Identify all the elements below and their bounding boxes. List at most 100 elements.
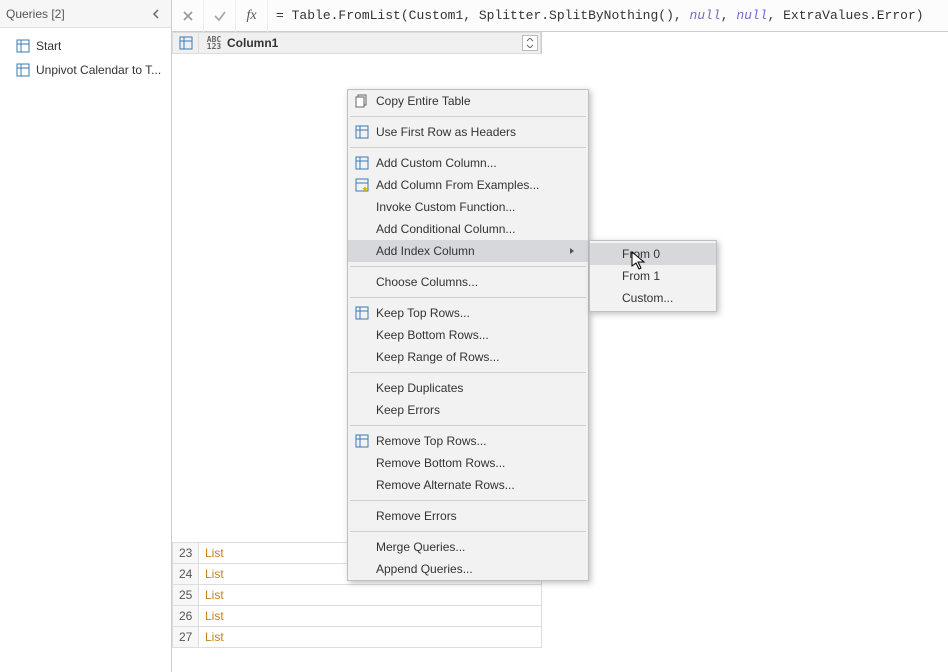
submenu-item-label: From 1: [622, 269, 660, 283]
row-number: 25: [173, 585, 199, 606]
menu-item-choose-columns[interactable]: Choose Columns...: [348, 271, 588, 293]
menu-item-label: Keep Duplicates: [376, 381, 580, 395]
menu-item-remove-errors[interactable]: Remove Errors: [348, 505, 588, 527]
menu-item-label: Remove Alternate Rows...: [376, 478, 580, 492]
column-name: Column1: [227, 36, 278, 50]
blank-icon: [348, 196, 376, 218]
menu-item-keep-top-rows[interactable]: Keep Top Rows...: [348, 302, 588, 324]
table-corner-button[interactable]: [173, 33, 199, 54]
any-type-icon: ABC 123: [205, 36, 223, 50]
blank-icon: [348, 505, 376, 527]
cancel-formula-button[interactable]: [172, 0, 204, 32]
commit-formula-button[interactable]: [204, 0, 236, 32]
menu-item-keep-errors[interactable]: Keep Errors: [348, 399, 588, 421]
expand-column-icon[interactable]: [522, 35, 538, 51]
menu-item-merge-queries[interactable]: Merge Queries...: [348, 536, 588, 558]
menu-item-add-column-from-examples[interactable]: Add Column From Examples...: [348, 174, 588, 196]
blank-icon: [348, 399, 376, 421]
menu-item-label: Choose Columns...: [376, 275, 580, 289]
menu-separator: [350, 147, 586, 148]
row-number: 26: [173, 606, 199, 627]
table-row[interactable]: 25List: [173, 585, 542, 606]
submenu-item-from-0[interactable]: From 0: [590, 243, 716, 265]
menu-item-label: Add Column From Examples...: [376, 178, 580, 192]
submenu-item-custom[interactable]: Custom...: [590, 287, 716, 309]
table-row[interactable]: 26List: [173, 606, 542, 627]
table-icon: [16, 63, 30, 77]
formula-part: null: [736, 8, 767, 23]
menu-item-label: Keep Bottom Rows...: [376, 328, 580, 342]
copy-icon: [348, 90, 376, 112]
collapse-panel-icon[interactable]: [147, 5, 165, 23]
cell-value[interactable]: List: [199, 606, 542, 627]
query-item-label: Unpivot Calendar to T...: [36, 63, 161, 77]
menu-item-label: Remove Bottom Rows...: [376, 456, 580, 470]
chevron-right-icon: [568, 244, 580, 258]
blank-icon: [348, 346, 376, 368]
blank-icon: [348, 324, 376, 346]
formula-part: null: [689, 8, 720, 23]
queries-panel: Queries [2] Start Unpivot Calendar to T.…: [0, 0, 172, 672]
column-header-column1[interactable]: ABC 123 Column1: [199, 33, 541, 54]
formula-text[interactable]: = Table.FromList(Custom1, Splitter.Split…: [268, 8, 948, 23]
menu-item-copy-entire-table[interactable]: Copy Entire Table: [348, 90, 588, 112]
menu-item-label: Keep Top Rows...: [376, 306, 580, 320]
menu-item-label: Merge Queries...: [376, 540, 580, 554]
blank-icon: [348, 536, 376, 558]
row-number: 23: [173, 543, 199, 564]
blank-icon: [348, 271, 376, 293]
cell-value[interactable]: List: [199, 585, 542, 606]
menu-item-add-index-column[interactable]: Add Index Column: [348, 240, 588, 262]
fx-icon[interactable]: fx: [236, 0, 268, 32]
cell-value[interactable]: List: [199, 627, 542, 648]
query-item-start[interactable]: Start: [0, 34, 171, 58]
menu-item-label: Add Custom Column...: [376, 156, 580, 170]
query-item-label: Start: [36, 39, 61, 53]
menu-separator: [350, 531, 586, 532]
menu-item-label: Append Queries...: [376, 562, 580, 576]
menu-item-append-queries[interactable]: Append Queries...: [348, 558, 588, 580]
menu-item-label: Invoke Custom Function...: [376, 200, 580, 214]
submenu-item-from-1[interactable]: From 1: [590, 265, 716, 287]
menu-separator: [350, 266, 586, 267]
table-context-menu: Copy Entire Table Use First Row as Header…: [347, 89, 589, 581]
blank-icon: [348, 474, 376, 496]
table-star-icon: [348, 174, 376, 196]
right-pane: fx = Table.FromList(Custom1, Splitter.Sp…: [172, 0, 948, 672]
menu-separator: [350, 297, 586, 298]
query-item-unpivot[interactable]: Unpivot Calendar to T...: [0, 58, 171, 82]
row-number: 27: [173, 627, 199, 648]
table-icon: [348, 430, 376, 452]
table-row[interactable]: 27List: [173, 627, 542, 648]
menu-item-remove-top-rows[interactable]: Remove Top Rows...: [348, 430, 588, 452]
blank-icon: [348, 558, 376, 580]
blank-icon: [348, 218, 376, 240]
menu-item-invoke-custom-function[interactable]: Invoke Custom Function...: [348, 196, 588, 218]
blank-icon: [348, 377, 376, 399]
menu-item-use-first-row-as-headers[interactable]: Use First Row as Headers: [348, 121, 588, 143]
add-index-column-submenu: From 0 From 1 Custom...: [589, 240, 717, 312]
formula-part: , ExtraValues.Error): [768, 8, 924, 23]
menu-item-label: Add Index Column: [376, 244, 568, 258]
menu-item-label: Remove Top Rows...: [376, 434, 580, 448]
menu-item-keep-range-of-rows[interactable]: Keep Range of Rows...: [348, 346, 588, 368]
menu-item-remove-bottom-rows[interactable]: Remove Bottom Rows...: [348, 452, 588, 474]
menu-item-label: Remove Errors: [376, 509, 580, 523]
menu-item-add-custom-column[interactable]: Add Custom Column...: [348, 152, 588, 174]
row-number: 24: [173, 564, 199, 585]
queries-panel-header: Queries [2]: [0, 0, 171, 28]
table-icon: [348, 121, 376, 143]
formula-part: =: [276, 8, 292, 23]
formula-part: Table: [292, 8, 331, 23]
queries-list: Start Unpivot Calendar to T...: [0, 28, 171, 672]
menu-item-remove-alternate-rows[interactable]: Remove Alternate Rows...: [348, 474, 588, 496]
menu-separator: [350, 116, 586, 117]
menu-item-keep-duplicates[interactable]: Keep Duplicates: [348, 377, 588, 399]
menu-item-add-conditional-column[interactable]: Add Conditional Column...: [348, 218, 588, 240]
menu-item-keep-bottom-rows[interactable]: Keep Bottom Rows...: [348, 324, 588, 346]
menu-item-label: Keep Range of Rows...: [376, 350, 580, 364]
table-icon: [348, 302, 376, 324]
blank-icon: [348, 452, 376, 474]
type-text-bottom: 123: [207, 43, 221, 50]
submenu-item-label: From 0: [622, 247, 660, 261]
